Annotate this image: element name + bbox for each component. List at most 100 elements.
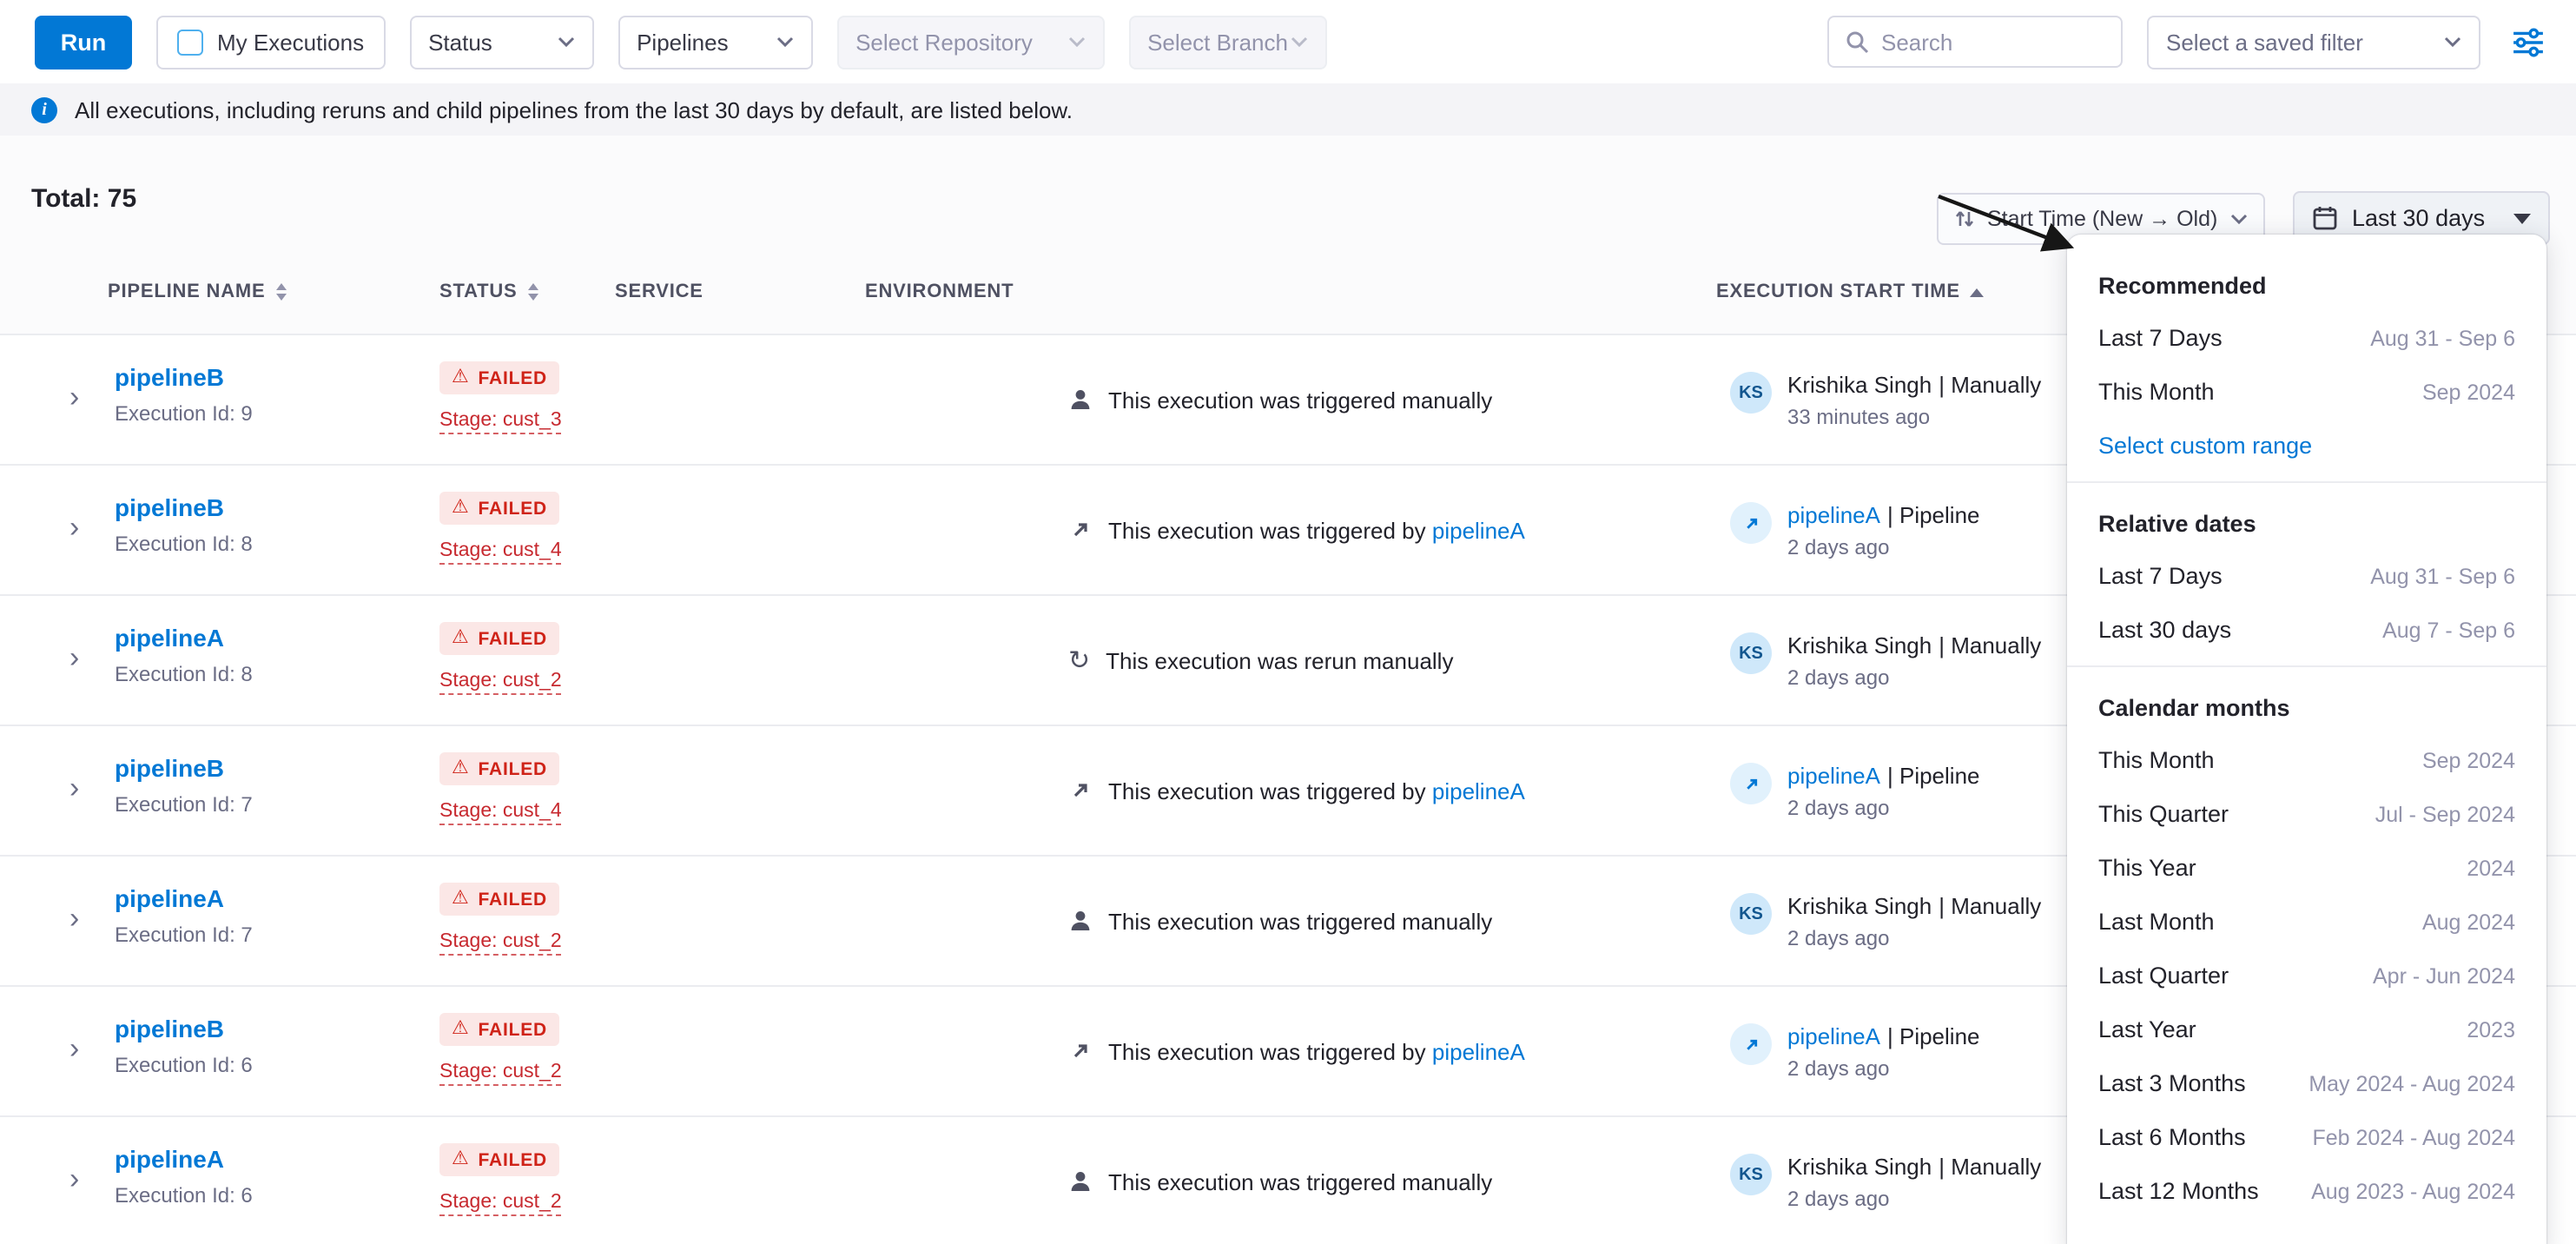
menu-item-value: Aug 31 - Sep 6: [2370, 564, 2515, 588]
trigger-type: | Pipeline: [1887, 1023, 1980, 1049]
menu-item[interactable]: This Quarter Jul - Sep 2024: [2098, 787, 2515, 841]
menu-item[interactable]: Last Quarter Apr - Jun 2024: [2098, 949, 2515, 1002]
sort-both-icon[interactable]: [276, 283, 287, 301]
expand-chevron-icon[interactable]: ›: [69, 513, 79, 542]
trigger-icon: [1068, 778, 1093, 803]
expand-chevron-icon[interactable]: ›: [69, 1164, 79, 1194]
run-button[interactable]: Run: [35, 15, 132, 69]
status-dropdown[interactable]: Status: [409, 15, 593, 69]
execution-start-cell: KS Krishika Singh| Manually 33 minutes a…: [1730, 372, 2041, 429]
trigger-type: | Manually: [1939, 632, 2041, 658]
trigger-pipeline-link[interactable]: pipelineA: [1432, 1038, 1525, 1064]
menu-item-value: Sep 2024: [2422, 748, 2515, 772]
pipeline-name-link[interactable]: pipelineB: [115, 363, 224, 391]
execution-id: Execution Id: 8: [115, 662, 253, 686]
trigger-text: This execution was triggered manually: [1108, 1168, 1492, 1194]
warning-icon: ⚠: [452, 890, 470, 909]
trigger-type: | Pipeline: [1887, 502, 1980, 528]
status-label: FAILED: [479, 1149, 548, 1170]
expand-chevron-icon[interactable]: ›: [69, 773, 79, 803]
status-label: FAILED: [479, 367, 548, 388]
expand-chevron-icon[interactable]: ›: [69, 382, 79, 412]
menu-item[interactable]: Last 12 Months Aug 2023 - Aug 2024: [2098, 1164, 2515, 1218]
user-avatar: KS: [1730, 632, 1772, 674]
menu-item-label: Last 30 days: [2098, 617, 2231, 643]
stage-link[interactable]: Stage: cust_4: [439, 540, 562, 565]
menu-item[interactable]: Last Month Aug 2024: [2098, 895, 2515, 949]
stage-link[interactable]: Stage: cust_2: [439, 931, 562, 956]
stage-link[interactable]: Stage: cust_2: [439, 671, 562, 695]
expand-chevron-icon[interactable]: ›: [69, 1034, 79, 1063]
menu-item-label: Last 12 Months: [2098, 1178, 2259, 1204]
my-executions-checkbox[interactable]: [177, 29, 203, 55]
stage-link[interactable]: Stage: cust_4: [439, 801, 562, 825]
column-label: SERVICE: [615, 281, 703, 302]
search-box[interactable]: [1827, 16, 2123, 68]
execution-id: Execution Id: 6: [115, 1183, 253, 1208]
select-branch-dropdown[interactable]: Select Branch: [1128, 15, 1326, 69]
menu-item[interactable]: Last Year 2023: [2098, 1002, 2515, 1056]
stage-link[interactable]: Stage: cust_3: [439, 410, 562, 434]
pipeline-name-link[interactable]: pipelineB: [115, 754, 224, 782]
status-badge: ⚠FAILED: [439, 622, 559, 655]
column-pipeline-name[interactable]: PIPELINE NAME: [108, 281, 287, 302]
saved-filter-dropdown[interactable]: Select a saved filter: [2147, 15, 2480, 69]
trigger-text: This execution was triggered by: [1108, 517, 1432, 543]
execution-start-cell: pipelineA| Pipeline 2 days ago: [1730, 502, 1980, 559]
status-label: FAILED: [479, 758, 548, 779]
status-label: FAILED: [479, 498, 548, 519]
column-environment: ENVIRONMENT: [865, 281, 1014, 302]
pipelines-dropdown[interactable]: Pipelines: [618, 15, 812, 69]
execution-id: Execution Id: 8: [115, 532, 253, 556]
trigger-pipeline-link[interactable]: pipelineA: [1432, 517, 1525, 543]
menu-item-label: This Month: [2098, 747, 2215, 773]
execution-time: 2 days ago: [1787, 796, 1980, 820]
column-execution-start-time[interactable]: EXECUTION START TIME: [1716, 281, 1985, 302]
warning-icon: ⚠: [452, 1150, 470, 1169]
column-service: SERVICE: [615, 281, 703, 302]
menu-item[interactable]: Last 6 Months Feb 2024 - Aug 2024: [2098, 1110, 2515, 1164]
sort-both-icon[interactable]: [528, 283, 538, 301]
expand-chevron-icon[interactable]: ›: [69, 643, 79, 672]
sort-asc-icon[interactable]: [1971, 288, 1985, 296]
menu-item[interactable]: Last 30 days Aug 7 - Sep 6: [2098, 603, 2515, 657]
menu-item-value: Aug 2024: [2422, 910, 2515, 934]
menu-item[interactable]: This Month Sep 2024: [2098, 733, 2515, 787]
menu-section-heading: Recommended: [2098, 259, 2515, 311]
filter-settings-icon[interactable]: [2512, 27, 2545, 56]
trigger-info: ↻ This execution was rerun manually: [1068, 596, 1453, 725]
menu-item[interactable]: Last 3 Months May 2024 - Aug 2024: [2098, 1056, 2515, 1110]
menu-item[interactable]: This Month Sep 2024: [2098, 365, 2515, 419]
execution-start-cell: KS Krishika Singh| Manually 2 days ago: [1730, 632, 2041, 690]
pipeline-name-link[interactable]: pipelineA: [115, 884, 224, 912]
actor-pipeline-link[interactable]: pipelineA: [1787, 763, 1880, 789]
stage-link[interactable]: Stage: cust_2: [439, 1192, 562, 1216]
trigger-icon: [1068, 1039, 1093, 1063]
pipeline-name-link[interactable]: pipelineA: [115, 1145, 224, 1173]
select-custom-range-link[interactable]: Select custom range: [2098, 419, 2515, 473]
sort-icon: [1954, 208, 1975, 229]
menu-item[interactable]: Last 7 Days Aug 31 - Sep 6: [2098, 311, 2515, 365]
actor-pipeline-link[interactable]: pipelineA: [1787, 1023, 1880, 1049]
search-input[interactable]: [1881, 29, 2093, 55]
menu-item[interactable]: This Year 2024: [2098, 841, 2515, 895]
execution-time: 2 days ago: [1787, 1187, 2041, 1211]
execution-start-cell: KS Krishika Singh| Manually 2 days ago: [1730, 1154, 2041, 1211]
select-repository-dropdown[interactable]: Select Repository: [836, 15, 1104, 69]
chevron-down-icon: [1067, 36, 1085, 47]
calendar-icon: [2312, 205, 2338, 231]
menu-item-label: This Month: [2098, 379, 2215, 405]
info-banner-text: All executions, including reruns and chi…: [75, 96, 1073, 122]
my-executions-filter[interactable]: My Executions: [156, 15, 385, 69]
pipeline-name-link[interactable]: pipelineB: [115, 493, 224, 521]
menu-item[interactable]: Last 7 Days Aug 31 - Sep 6: [2098, 549, 2515, 603]
trigger-pipeline-link[interactable]: pipelineA: [1432, 778, 1525, 804]
pipeline-name-link[interactable]: pipelineA: [115, 624, 224, 652]
stage-link[interactable]: Stage: cust_2: [439, 1062, 562, 1086]
column-status[interactable]: STATUS: [439, 281, 538, 302]
menu-item-label: This Quarter: [2098, 801, 2229, 827]
actor-pipeline-link[interactable]: pipelineA: [1787, 502, 1880, 528]
expand-chevron-icon[interactable]: ›: [69, 903, 79, 933]
pipeline-name-link[interactable]: pipelineB: [115, 1015, 224, 1042]
execution-start-cell: KS Krishika Singh| Manually 2 days ago: [1730, 893, 2041, 950]
